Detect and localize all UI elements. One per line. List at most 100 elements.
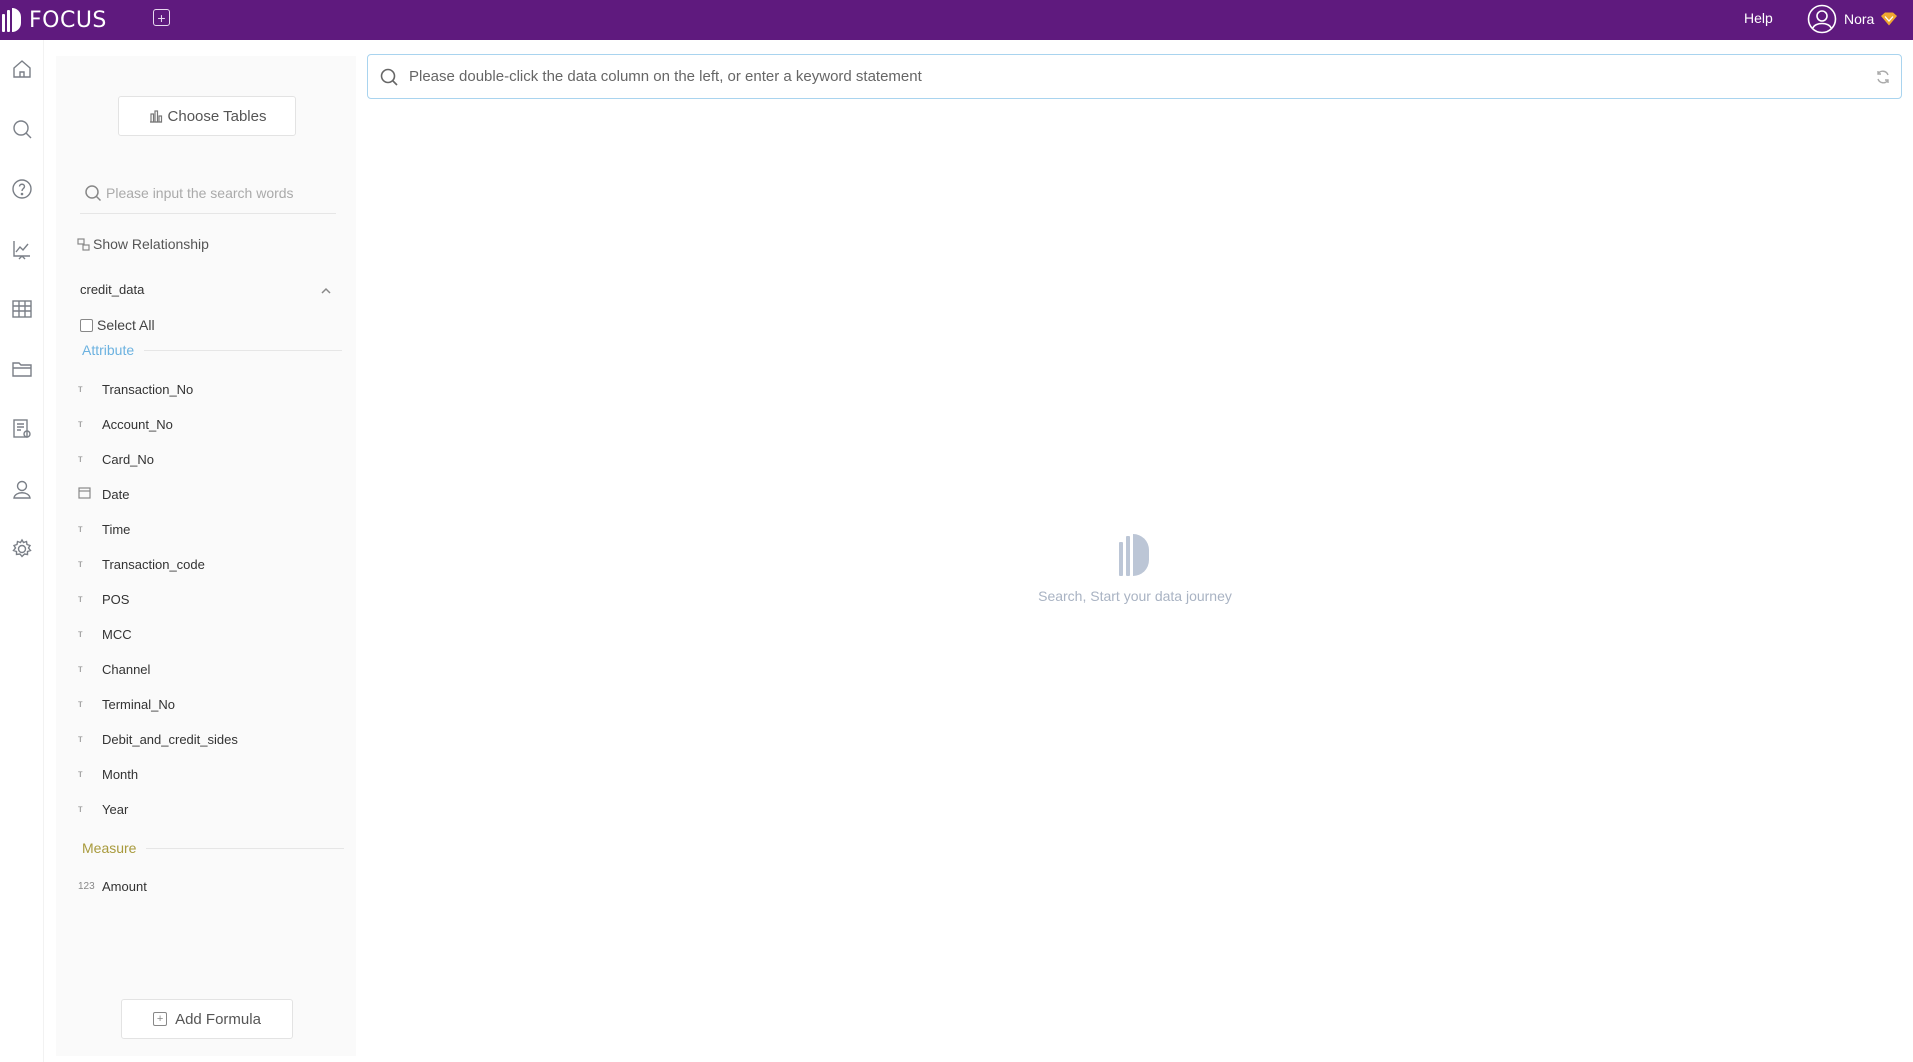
- home-icon: [13, 60, 31, 78]
- text-type-icon: ᴛ: [78, 418, 83, 430]
- checkbox-box[interactable]: [80, 318, 93, 332]
- column-search-box[interactable]: [80, 172, 336, 214]
- attribute-field-item[interactable]: ᴛ Card_No: [78, 448, 154, 470]
- attribute-field-label: Time: [102, 521, 131, 537]
- attribute-field-item[interactable]: ᴛ Terminal_No: [78, 693, 175, 715]
- attribute-field-item[interactable]: ᴛ Transaction_code: [78, 553, 205, 575]
- measure-field-label: Amount: [102, 878, 147, 894]
- attribute-field-label: Transaction_No: [102, 381, 194, 397]
- attribute-field-item[interactable]: ᴛ Time: [78, 518, 130, 540]
- attribute-field-label: Card_No: [102, 451, 155, 467]
- logo-icon: [2, 8, 23, 32]
- text-type-icon: ᴛ: [78, 558, 83, 570]
- show-relationship-link[interactable]: Show Relationship: [77, 236, 209, 252]
- text-type-icon: ᴛ: [78, 593, 83, 605]
- attribute-field-label: Year: [102, 801, 129, 817]
- bar-chart-icon: [149, 110, 162, 123]
- top-bar: FOCUS + Help Nora: [0, 0, 1913, 40]
- attribute-field-label: Debit_and_credit_sides: [102, 731, 238, 747]
- collapse-table-button[interactable]: [320, 284, 332, 296]
- attribute-field-item[interactable]: ᴛ Transaction_No: [78, 378, 193, 400]
- user-name: Nora: [1844, 11, 1875, 27]
- gear-icon: [12, 538, 32, 558]
- column-search-input[interactable]: [106, 184, 326, 201]
- help-circle-icon: [12, 179, 32, 199]
- attribute-label: Attribute: [82, 342, 135, 358]
- refresh-icon[interactable]: [1875, 69, 1891, 85]
- nav-dashboard[interactable]: [9, 236, 35, 262]
- nav-files[interactable]: [9, 356, 35, 382]
- attribute-field-label: POS: [102, 591, 130, 607]
- attribute-field-label: Terminal_No: [102, 696, 175, 712]
- calendar-icon: [78, 486, 102, 502]
- add-formula-label: Add Formula: [175, 1010, 261, 1028]
- attribute-field-label: Channel: [102, 661, 151, 677]
- text-type-icon: ᴛ: [78, 663, 83, 675]
- search-icon: [13, 120, 32, 139]
- measure-section-header: Measure: [82, 840, 345, 856]
- nav-users[interactable]: [9, 476, 35, 502]
- user-menu[interactable]: Nora: [1807, 2, 1898, 36]
- plus-square-icon: +: [153, 1012, 168, 1026]
- attribute-field-label: Month: [102, 766, 139, 782]
- attribute-field-item[interactable]: ᴛ Debit_and_credit_sides: [78, 728, 238, 750]
- attribute-field-item[interactable]: ᴛ Month: [78, 763, 138, 785]
- vip-diamond-icon: [1881, 12, 1898, 26]
- attribute-field-label: Transaction_code: [102, 556, 205, 572]
- show-relationship-label: Show Relationship: [93, 236, 209, 252]
- search-icon: [85, 184, 102, 201]
- attribute-field-item[interactable]: ᴛ Channel: [78, 658, 150, 680]
- nav-search[interactable]: [9, 116, 35, 142]
- report-settings-icon: [13, 419, 31, 438]
- attribute-field-item[interactable]: Date: [78, 483, 129, 505]
- text-type-icon: ᴛ: [78, 698, 83, 710]
- attribute-field-label: Account_No: [102, 416, 173, 432]
- user-avatar-icon: [1807, 4, 1837, 34]
- text-type-icon: ᴛ: [78, 768, 83, 780]
- table-grid-icon: [12, 300, 32, 318]
- attribute-field-item[interactable]: ᴛ Account_No: [78, 413, 173, 435]
- nav-qa[interactable]: [9, 176, 35, 202]
- attribute-field-item[interactable]: ᴛ Year: [78, 798, 128, 820]
- new-tab-plus-icon[interactable]: +: [153, 9, 170, 26]
- measure-field-item[interactable]: 123 Amount: [78, 875, 147, 897]
- divider: [146, 847, 345, 849]
- keyword-search-input[interactable]: [409, 68, 1875, 85]
- attribute-field-label: MCC: [102, 626, 132, 642]
- text-type-icon: ᴛ: [78, 803, 83, 815]
- nav-data[interactable]: [9, 296, 35, 322]
- divider: [144, 349, 343, 351]
- text-type-icon: ᴛ: [78, 523, 83, 535]
- relationship-icon: [77, 237, 90, 251]
- left-nav-rail: [0, 40, 44, 1062]
- search-icon: [380, 68, 398, 86]
- numeric-type-icon: 123: [78, 880, 95, 892]
- measure-label: Measure: [82, 840, 137, 856]
- empty-state-text: Search, Start your data journey: [1038, 588, 1232, 604]
- select-all-label: Select All: [97, 317, 155, 333]
- chevron-up-icon: [321, 287, 331, 294]
- brand-name: FOCUS: [29, 7, 107, 33]
- main-search-bar[interactable]: [367, 54, 1902, 99]
- text-type-icon: ᴛ: [78, 453, 83, 465]
- user-icon: [13, 480, 31, 499]
- add-formula-button[interactable]: + Add Formula: [121, 999, 293, 1039]
- attribute-field-item[interactable]: ᴛ POS: [78, 588, 129, 610]
- nav-home[interactable]: [9, 56, 35, 82]
- select-all-checkbox[interactable]: Select All: [80, 317, 155, 333]
- focus-logo[interactable]: FOCUS: [2, 0, 107, 40]
- folder-icon: [12, 362, 32, 377]
- choose-tables-label: Choose Tables: [167, 107, 267, 125]
- nav-settings[interactable]: [9, 536, 35, 562]
- help-link[interactable]: Help: [1744, 10, 1773, 26]
- table-name: credit_data: [80, 282, 145, 297]
- attribute-section-header: Attribute: [82, 342, 343, 358]
- presentation-chart-icon: [13, 241, 30, 260]
- text-type-icon: ᴛ: [78, 383, 83, 395]
- choose-tables-button[interactable]: Choose Tables: [118, 96, 296, 136]
- attribute-field-label: Date: [102, 486, 130, 502]
- nav-tasks[interactable]: [9, 416, 35, 442]
- attribute-field-item[interactable]: ᴛ MCC: [78, 623, 132, 645]
- empty-state: Search, Start your data journey: [1030, 530, 1240, 604]
- focus-watermark-icon: [1030, 530, 1240, 576]
